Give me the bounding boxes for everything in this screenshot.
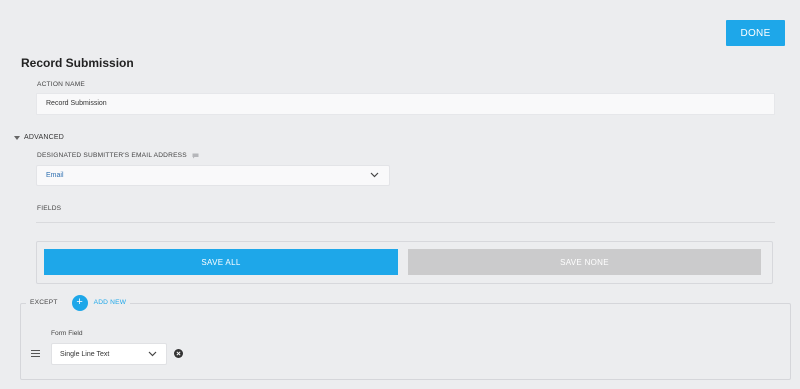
done-button[interactable]: DONE xyxy=(726,20,785,46)
save-none-button[interactable]: SAVE NONE xyxy=(408,249,761,275)
action-name-label: ACTION NAME xyxy=(37,81,85,88)
email-address-label: DESIGNATED SUBMITTER'S EMAIL ADDRESS xyxy=(37,152,187,159)
save-all-button[interactable]: SAVE ALL xyxy=(44,249,398,275)
except-header: EXCEPT + ADD NEW xyxy=(26,294,131,311)
add-icon[interactable]: + xyxy=(71,294,88,311)
drag-handle-icon[interactable] xyxy=(31,350,40,358)
remove-row-icon[interactable] xyxy=(174,349,183,358)
comment-icon[interactable] xyxy=(192,153,199,159)
chevron-down-icon xyxy=(370,172,379,178)
form-field-label: Form Field xyxy=(51,330,83,337)
advanced-toggle[interactable]: ADVANCED xyxy=(14,134,64,141)
except-label: EXCEPT xyxy=(30,299,58,306)
email-address-label-row: DESIGNATED SUBMITTER'S EMAIL ADDRESS xyxy=(37,152,199,159)
advanced-label: ADVANCED xyxy=(24,134,64,141)
email-select-value: Email xyxy=(46,172,64,179)
add-new-link[interactable]: ADD NEW xyxy=(94,299,127,306)
form-field-select[interactable]: Single Line Text xyxy=(51,343,167,365)
fields-divider xyxy=(36,222,775,223)
fields-label: FIELDS xyxy=(37,205,62,212)
form-field-select-value: Single Line Text xyxy=(60,350,110,358)
close-icon xyxy=(176,351,181,356)
caret-down-icon xyxy=(14,135,20,140)
page-title: Record Submission xyxy=(21,56,134,70)
action-name-input[interactable]: Record Submission xyxy=(36,93,775,115)
email-select[interactable]: Email xyxy=(36,165,390,186)
except-section xyxy=(20,303,791,380)
chevron-down-icon xyxy=(148,351,157,357)
